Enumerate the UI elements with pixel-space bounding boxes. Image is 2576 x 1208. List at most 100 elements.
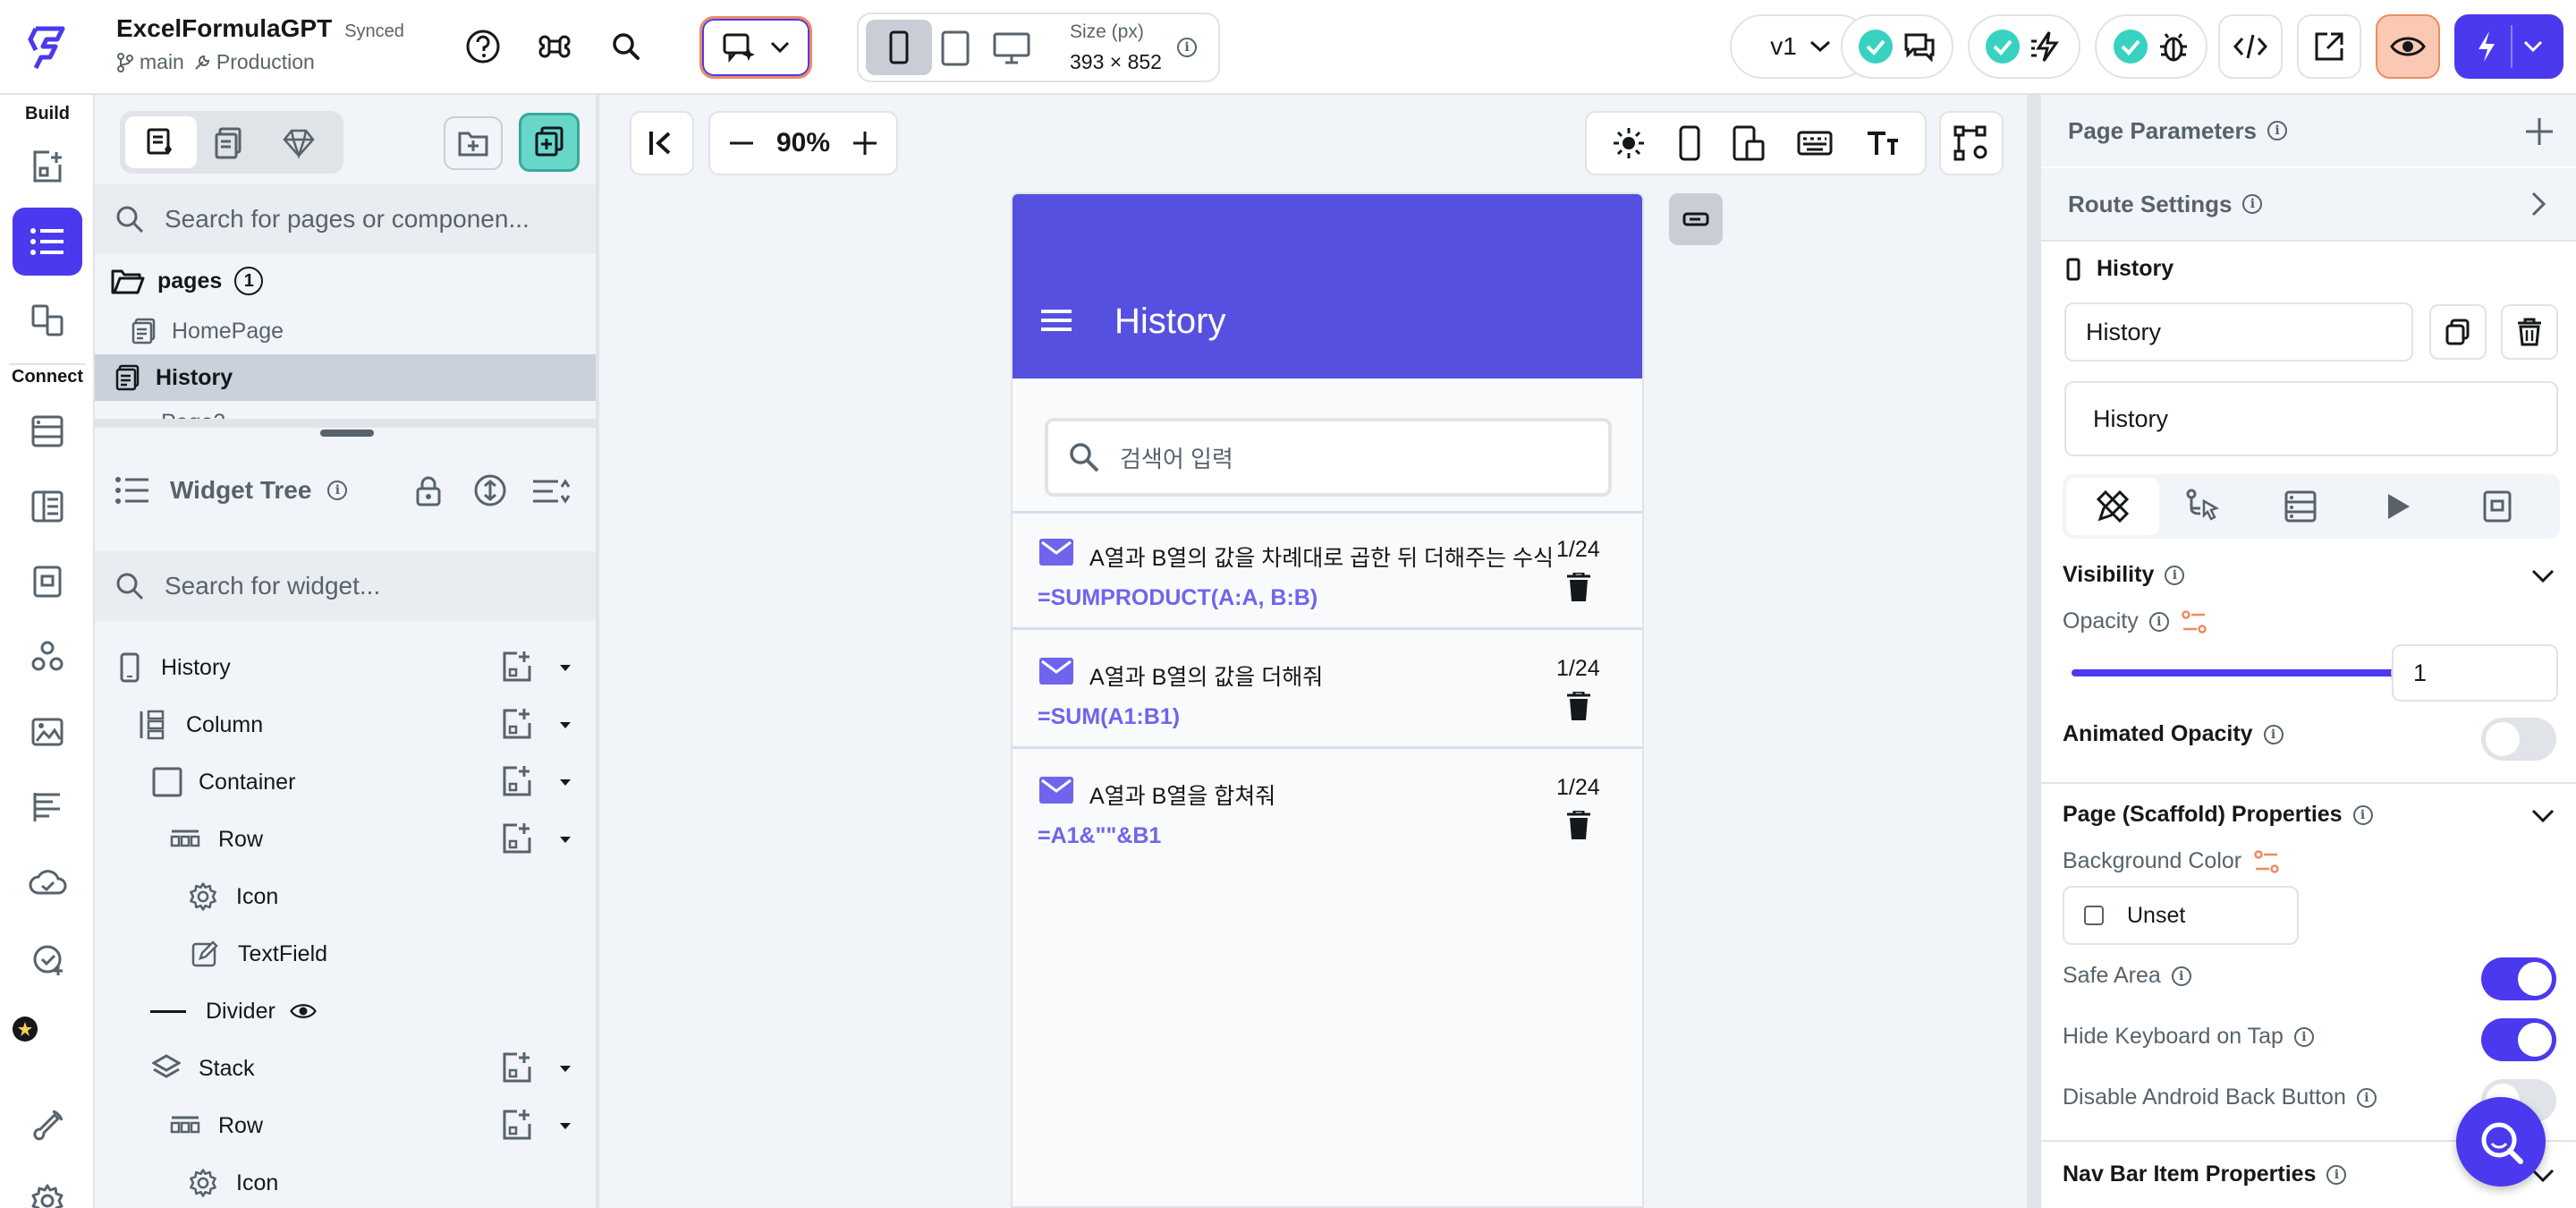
tree-node-icon[interactable]: Icon: [95, 868, 599, 925]
settings-gear-icon[interactable]: [22, 1176, 72, 1208]
search-icon[interactable]: [608, 29, 644, 64]
caret-down-icon[interactable]: [560, 722, 571, 728]
media-assets-icon[interactable]: [22, 707, 72, 757]
tab-components[interactable]: [213, 127, 245, 159]
caret-down-icon[interactable]: [560, 1123, 571, 1129]
add-widget-icon[interactable]: [22, 141, 72, 191]
add-child-icon[interactable]: [499, 764, 535, 800]
collapse-panel-button[interactable]: [630, 111, 694, 175]
floating-search-help-button[interactable]: [2456, 1097, 2546, 1187]
page-search-bar[interactable]: Search for pages or componen...: [95, 184, 599, 254]
resize-handle[interactable]: [320, 430, 374, 437]
info-icon[interactable]: [2171, 966, 2191, 986]
info-icon[interactable]: [2326, 1164, 2347, 1185]
page-parameters-header[interactable]: Page Parameters: [2041, 95, 2576, 166]
delete-icon[interactable]: [1567, 692, 1590, 720]
tree-node-divider[interactable]: Divider: [95, 983, 599, 1040]
canvas-scroll-track[interactable]: [2027, 95, 2039, 1208]
info-icon[interactable]: [327, 481, 348, 500]
open-external-button[interactable]: [2297, 14, 2361, 79]
widget-search-bar[interactable]: Search for widget...: [95, 551, 599, 621]
add-child-icon[interactable]: [499, 707, 535, 743]
comments-status-button[interactable]: [1841, 14, 1953, 79]
route-settings-header[interactable]: Route Settings: [2041, 168, 2576, 240]
zoom-in-icon[interactable]: [852, 132, 877, 155]
expand-collapse-icon[interactable]: [474, 474, 506, 506]
background-color-picker[interactable]: Unset: [2063, 886, 2299, 945]
tree-node-row[interactable]: Row: [95, 811, 599, 868]
custom-code-icon[interactable]: [22, 632, 72, 682]
help-icon[interactable]: [465, 29, 501, 64]
app-state-icon[interactable]: [22, 557, 72, 607]
tree-node-stack[interactable]: Stack: [95, 1040, 599, 1097]
tab-properties[interactable]: [2066, 478, 2159, 535]
tablet-device-button[interactable]: [941, 30, 970, 66]
history-item[interactable]: A열과 B열의 값을 차례대로 곱한 뒤 더해주는 수식 =SUMPRODUCT…: [1013, 514, 1642, 630]
history-item[interactable]: A열과 B열을 합쳐줘 =A1&""&B1 1/24: [1013, 752, 1642, 868]
sort-options-icon[interactable]: [531, 478, 571, 505]
tab-backend-query[interactable]: [2283, 489, 2318, 524]
zoom-level[interactable]: 90%: [776, 128, 830, 158]
test-icon[interactable]: [22, 932, 72, 983]
scaffold-header[interactable]: Page (Scaffold) Properties: [2063, 802, 2373, 828]
tree-node-container[interactable]: Container: [95, 753, 599, 811]
new-folder-button[interactable]: [444, 116, 503, 170]
canvas-settings-button[interactable]: [1939, 111, 2004, 175]
delete-page-button[interactable]: [2501, 304, 2558, 360]
keyboard-icon[interactable]: [1797, 131, 1833, 156]
info-icon[interactable]: [2293, 1026, 2314, 1047]
tab-page-settings[interactable]: [2479, 489, 2515, 524]
caret-down-icon[interactable]: [560, 837, 571, 843]
database-icon[interactable]: [22, 406, 72, 456]
add-child-icon[interactable]: [499, 1108, 535, 1144]
safe-area-toggle[interactable]: [2481, 957, 2556, 1000]
menu-icon[interactable]: [1041, 309, 1072, 332]
tree-node-icon[interactable]: Icon: [95, 1154, 599, 1208]
tab-animations[interactable]: [2385, 492, 2411, 521]
animated-opacity-toggle[interactable]: [2481, 718, 2556, 761]
info-icon[interactable]: [2267, 121, 2288, 140]
caret-down-icon[interactable]: [560, 1066, 571, 1072]
light-mode-icon[interactable]: [1612, 126, 1646, 160]
debug-status-button[interactable]: [2095, 14, 2207, 79]
environment-name[interactable]: Production: [216, 50, 315, 74]
hide-keyboard-toggle[interactable]: [2481, 1018, 2556, 1061]
page-search-input[interactable]: Search for pages or componen...: [165, 205, 530, 234]
history-item[interactable]: A열과 B열의 값을 더해줘 =SUM(A1:B1) 1/24: [1013, 633, 1642, 749]
add-child-icon[interactable]: [499, 1051, 535, 1086]
desktop-device-button[interactable]: [993, 32, 1030, 66]
theme-text-icon[interactable]: [22, 782, 72, 832]
variable-icon[interactable]: [2182, 609, 2207, 634]
tab-library[interactable]: [283, 127, 315, 159]
flutterflow-logo-icon[interactable]: [23, 23, 72, 72]
history-search-field[interactable]: 검색어 입력: [1045, 418, 1612, 497]
info-icon[interactable]: [2356, 1087, 2377, 1108]
add-child-icon[interactable]: [499, 650, 535, 685]
info-icon[interactable]: [2242, 194, 2263, 214]
tab-actions[interactable]: [2184, 489, 2220, 524]
page-item-history[interactable]: History: [95, 354, 599, 401]
tab-pages[interactable]: [125, 116, 197, 168]
lock-icon[interactable]: [415, 476, 442, 506]
ai-gen-dropdown-button[interactable]: [699, 16, 812, 79]
widget-tree-nav-icon[interactable]: [13, 208, 82, 276]
actions-status-button[interactable]: [1968, 14, 2080, 79]
page-item-homepage[interactable]: HomePage: [95, 308, 599, 354]
phone-frame-icon[interactable]: [1679, 125, 1700, 161]
page-name-input[interactable]: History: [2064, 302, 2413, 362]
app-title[interactable]: ExcelFormulaGPT: [116, 14, 332, 43]
chevron-right-icon[interactable]: [2531, 191, 2546, 217]
tree-node-column[interactable]: Column: [95, 696, 599, 753]
text-size-icon[interactable]: [1866, 130, 1900, 157]
add-child-icon[interactable]: [499, 821, 535, 857]
delete-icon[interactable]: [1567, 811, 1590, 839]
pages-folder[interactable]: pages 1: [95, 254, 599, 308]
opacity-slider[interactable]: [2072, 661, 2414, 685]
caret-down-icon[interactable]: [560, 779, 571, 786]
api-calls-icon[interactable]: [22, 481, 72, 532]
widget-search-input[interactable]: Search for widget...: [165, 572, 380, 600]
tree-node-textfield[interactable]: TextField: [95, 925, 599, 983]
eye-icon[interactable]: [289, 1001, 317, 1021]
cloud-icon[interactable]: [22, 857, 72, 907]
phone-device-button[interactable]: [866, 20, 932, 75]
